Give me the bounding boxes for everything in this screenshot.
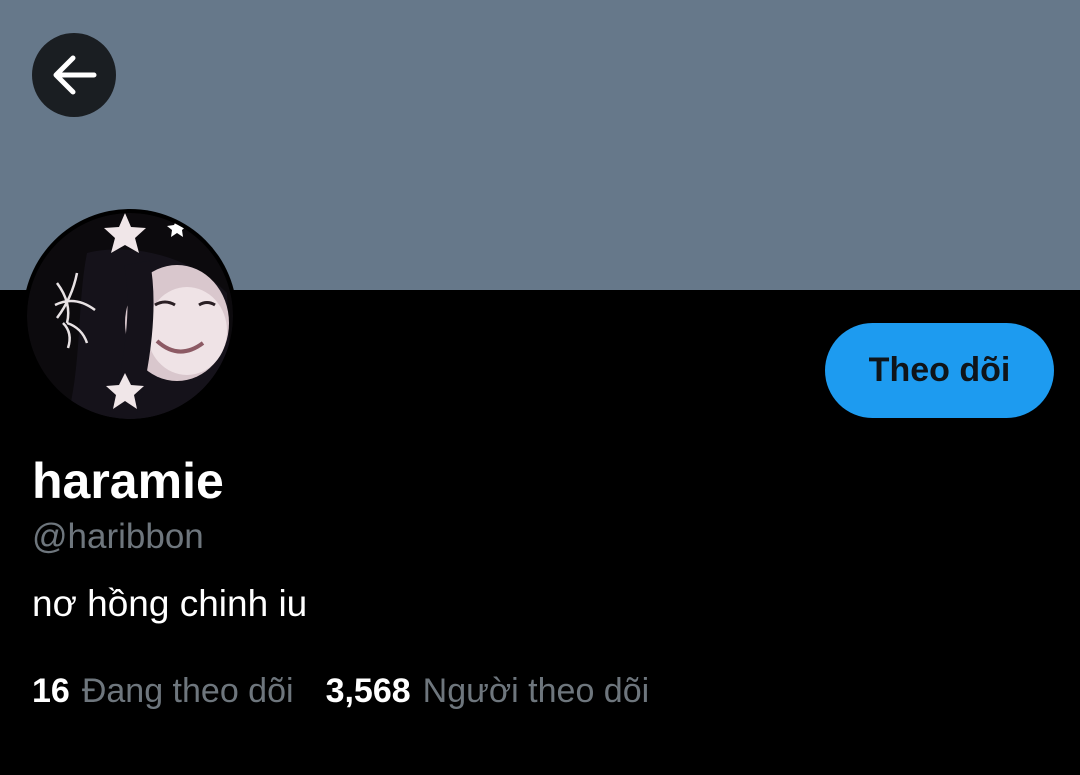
display-name: haramie	[32, 453, 224, 509]
back-button[interactable]	[32, 33, 116, 117]
following-label: Đang theo dõi	[81, 672, 294, 710]
following-count: 16	[32, 672, 70, 710]
profile-page: Theo dõi haramie @haribbon nơ hồng chinh…	[0, 0, 1080, 775]
following-link[interactable]: 16 Đang theo dõi	[32, 669, 294, 713]
avatar-border	[23, 209, 237, 423]
followers-label: Người theo dõi	[422, 672, 650, 710]
profile-stats: 16 Đang theo dõi 3,568 Người theo dõi	[32, 669, 649, 713]
followers-count: 3,568	[325, 672, 411, 710]
follow-button[interactable]: Theo dõi	[825, 323, 1054, 418]
avatar[interactable]	[27, 213, 233, 419]
profile-bio: nơ hồng chinh iu	[32, 583, 308, 624]
arrow-left-icon	[51, 55, 97, 95]
followers-link[interactable]: 3,568 Người theo dõi	[326, 669, 650, 713]
username-handle: @haribbon	[32, 517, 204, 556]
